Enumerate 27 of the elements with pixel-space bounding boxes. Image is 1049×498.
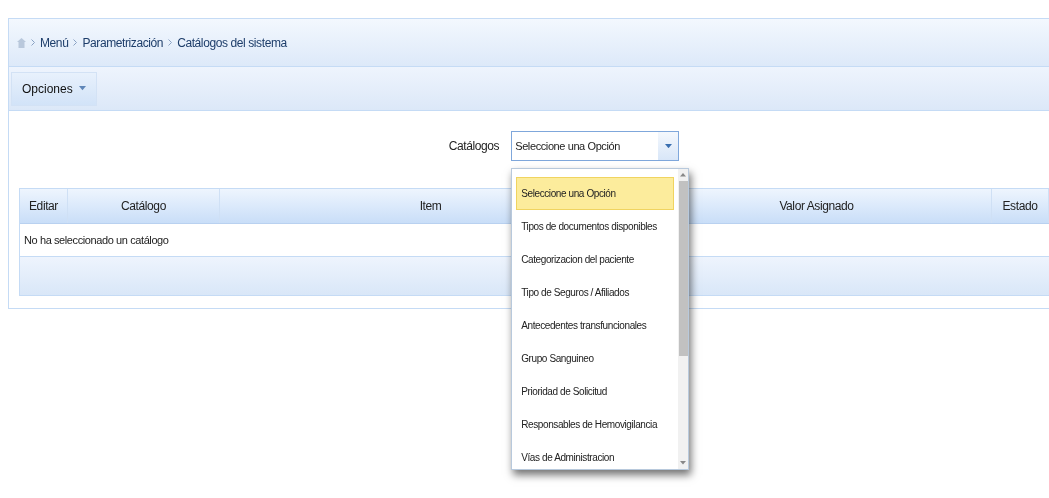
scroll-up-icon bbox=[680, 173, 687, 177]
scrollbar[interactable] bbox=[678, 169, 689, 469]
scroll-down-icon bbox=[680, 461, 687, 465]
chevron-icon bbox=[168, 39, 173, 46]
chevron-icon bbox=[31, 39, 35, 46]
column-header: Catálogo bbox=[68, 189, 220, 223]
dropdown-option[interactable]: Tipo de Seguros / Afiliados bbox=[516, 276, 675, 309]
caret-icon bbox=[78, 86, 86, 91]
column-header: Estado bbox=[992, 189, 1049, 223]
breadcrumb-item[interactable]: Parametrización bbox=[82, 35, 164, 50]
caret-icon bbox=[664, 143, 672, 149]
dropdown-option[interactable]: Antecedentes transfuncionales bbox=[516, 309, 675, 342]
dropdown-option[interactable]: Seleccione una Opción bbox=[516, 177, 675, 210]
dropdown-option[interactable]: Responsables de Hemovigilancia bbox=[516, 408, 675, 441]
chevron-icon bbox=[73, 39, 78, 46]
column-header: Editar bbox=[20, 189, 68, 223]
breadcrumb-item[interactable]: Menú bbox=[40, 35, 69, 50]
field-label: Catálogos bbox=[448, 139, 500, 153]
dropdown-option[interactable]: Vías de Administracion bbox=[516, 441, 675, 469]
home-icon[interactable] bbox=[17, 37, 26, 48]
catalog-select[interactable]: Seleccione una Opción bbox=[511, 131, 680, 161]
options-menu-button[interactable]: Opciones bbox=[11, 71, 97, 106]
empty-message: No ha seleccionado un catálogo bbox=[24, 234, 169, 246]
dropdown-option[interactable]: Prioridad de Solicitud bbox=[516, 375, 675, 408]
breadcrumb-item[interactable]: Catálogos del sistema bbox=[177, 35, 287, 50]
dropdown-option[interactable]: Categorizacion del paciente bbox=[516, 243, 675, 276]
dropdown-option[interactable]: Grupo Sanguineo bbox=[516, 342, 675, 375]
